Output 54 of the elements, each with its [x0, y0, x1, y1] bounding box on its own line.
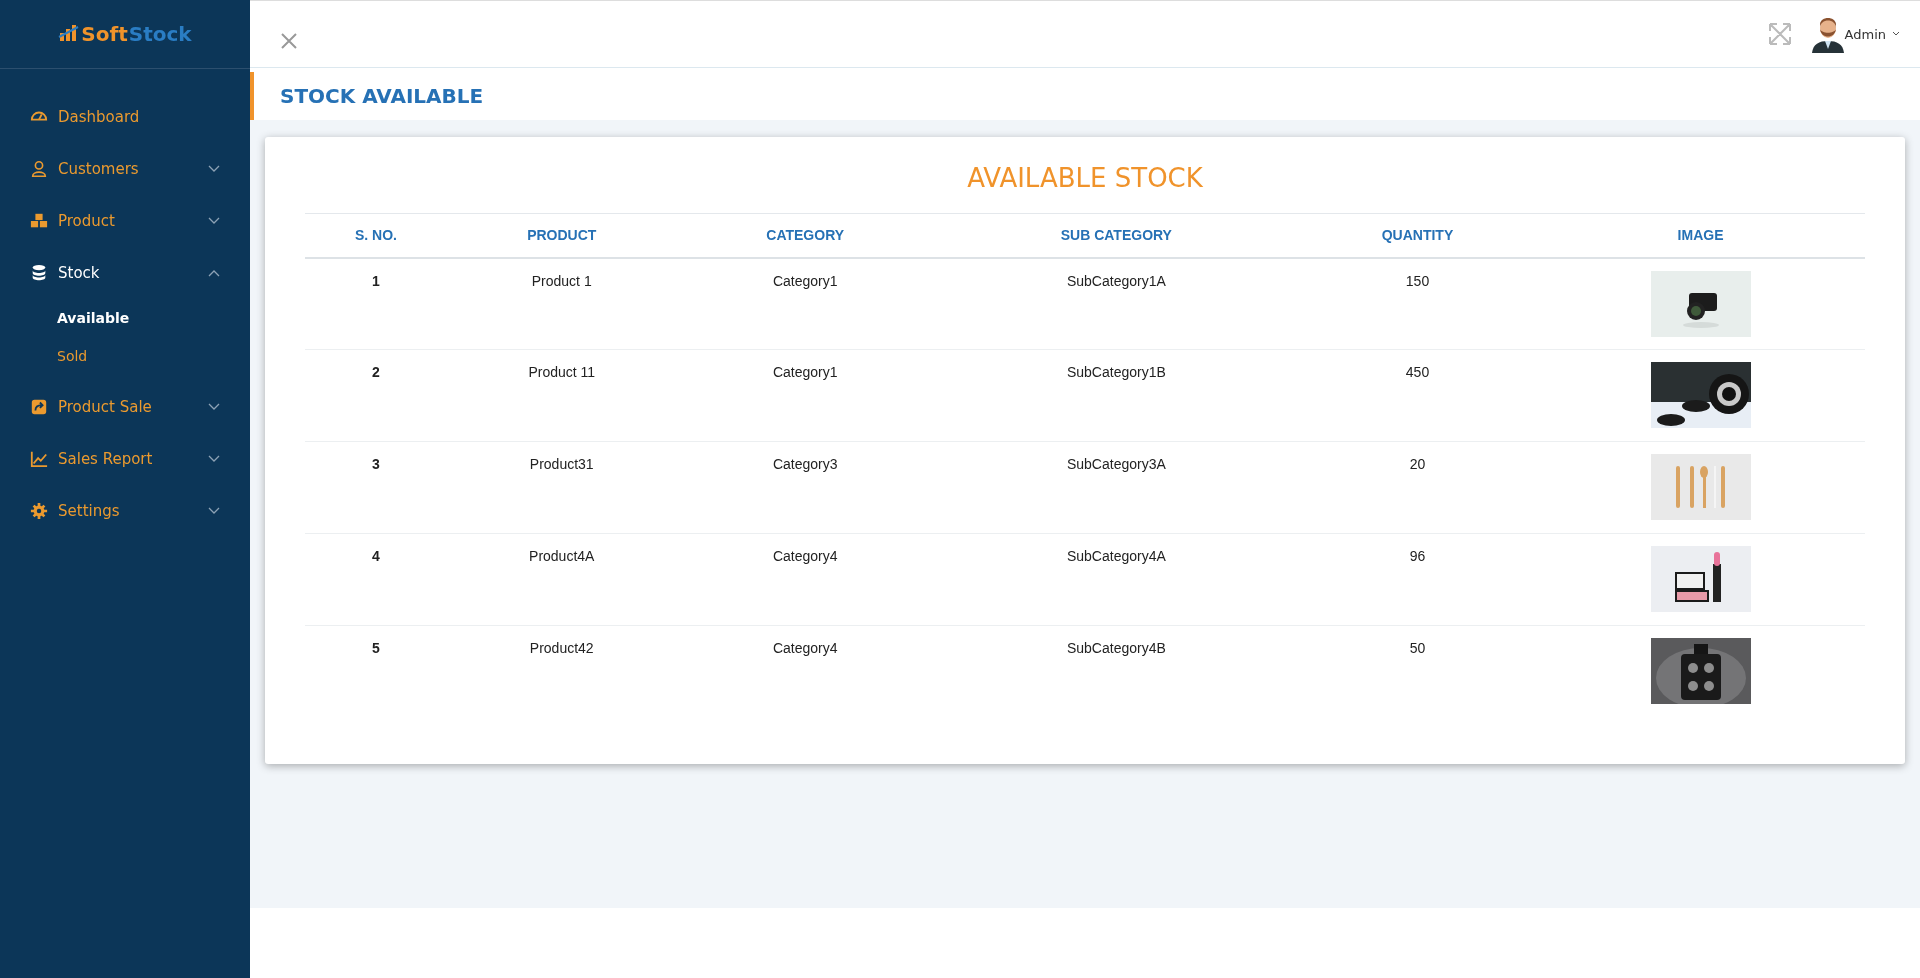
table-cell: SubCategory1A — [933, 257, 1299, 350]
chart-icon — [30, 450, 48, 468]
table-cell: SubCategory4A — [933, 533, 1299, 626]
table-cell: Product 11 — [446, 349, 677, 442]
user-menu[interactable]: Admin — [1844, 26, 1900, 42]
sidebar-item[interactable]: Settings — [0, 485, 250, 537]
caret-icon — [1892, 31, 1900, 37]
table-cell: 450 — [1298, 349, 1537, 442]
table-cell: Product4A — [446, 533, 677, 626]
settings-icon — [30, 502, 48, 520]
table-cell: 3 — [305, 441, 447, 534]
share-icon — [30, 398, 48, 416]
table-cell: SubCategory1B — [933, 349, 1299, 442]
sidebar-item[interactable]: Customers — [0, 143, 250, 195]
table-cell: SubCategory3A — [933, 441, 1299, 534]
table-cell: 96 — [1298, 533, 1537, 626]
table-cell: Product42 — [446, 625, 677, 718]
table-cell: Product31 — [446, 441, 677, 534]
column-header: SUB CATEGORY — [933, 213, 1299, 258]
card-title: AVAILABLE STOCK — [967, 163, 1203, 195]
brand-logo: SoftStock — [58, 22, 192, 46]
fullscreen-icon[interactable] — [1766, 21, 1793, 47]
boxes-icon — [30, 212, 48, 230]
sidebar-item[interactable]: Product — [0, 195, 250, 247]
sidebar-item[interactable]: Dashboard — [0, 91, 250, 143]
sidebar-item[interactable]: Sales Report — [0, 433, 250, 485]
user-icon — [30, 160, 48, 178]
table-cell: 4 — [305, 533, 447, 626]
table-cell: 50 — [1298, 625, 1537, 718]
column-header: S. NO. — [305, 213, 447, 258]
table-cell: 150 — [1298, 257, 1537, 350]
column-header: QUANTITY — [1298, 213, 1537, 258]
table-cell: 20 — [1298, 441, 1537, 534]
table-cell: Product 1 — [446, 257, 677, 350]
close-icon[interactable] — [280, 32, 298, 50]
table-cell: Category4 — [676, 533, 934, 626]
database-icon — [30, 264, 48, 282]
table-cell: Category1 — [676, 349, 934, 442]
table-cell: 1 — [305, 257, 447, 350]
table-cell: 2 — [305, 349, 447, 442]
table-cell: 5 — [305, 625, 447, 718]
table-cell: Category1 — [676, 257, 934, 350]
avatar-icon[interactable] — [1810, 15, 1845, 53]
table-cell: SubCategory4B — [933, 625, 1299, 718]
column-header: PRODUCT — [446, 213, 677, 258]
table-cell: Category3 — [676, 441, 934, 534]
table-cell: Category4 — [676, 625, 934, 718]
column-header: CATEGORY — [676, 213, 934, 258]
submenu-item[interactable]: Sold — [57, 337, 88, 375]
column-header: IMAGE — [1536, 213, 1865, 258]
sidebar-item[interactable]: Product Sale — [0, 381, 250, 433]
sidebar-item[interactable]: Stock — [0, 247, 250, 299]
submenu-item[interactable]: Available — [57, 299, 130, 337]
page-title: STOCK AVAILABLE — [280, 84, 484, 108]
